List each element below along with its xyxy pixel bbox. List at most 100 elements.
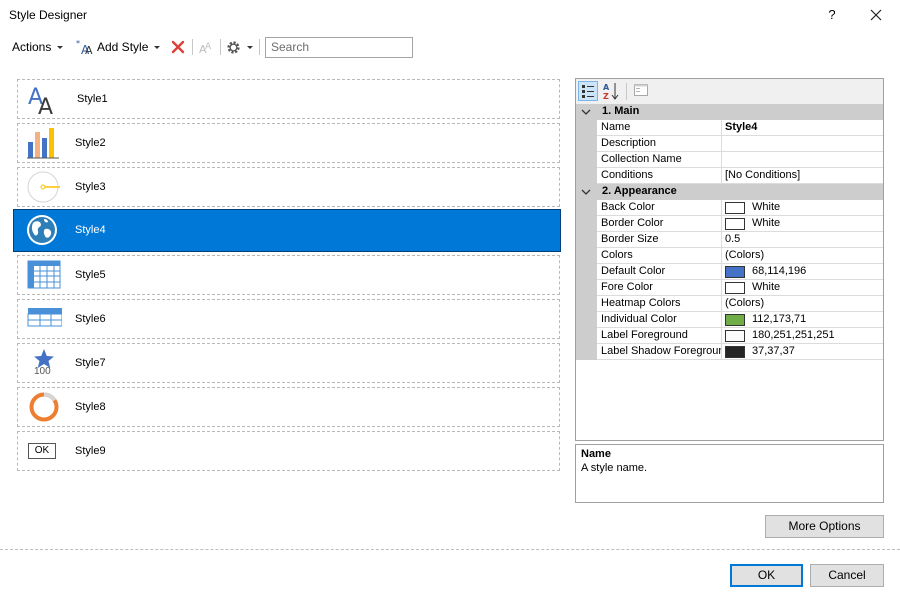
copy-style-button[interactable]: A A [198, 35, 215, 59]
ok-button[interactable]: OK [730, 564, 803, 587]
style-item-label: Style6 [75, 313, 106, 325]
add-style-icon: * A A [76, 39, 93, 56]
categorized-button[interactable] [578, 81, 598, 101]
property-row-conditions[interactable]: Conditions [No Conditions] [576, 168, 883, 184]
property-value-description[interactable] [722, 136, 883, 152]
bar-chart-icon [27, 128, 59, 159]
property-value-colors[interactable]: (Colors) [722, 248, 883, 264]
property-value-label-shadow-foreground[interactable]: 37,37,37 [722, 344, 883, 360]
style-item-label: Style4 [75, 224, 106, 236]
settings-menu[interactable] [226, 35, 253, 59]
color-swatch [725, 313, 745, 326]
svg-text:A: A [603, 83, 610, 92]
copy-style-icon: A A [199, 42, 212, 55]
delete-icon [171, 40, 185, 54]
style-item-style1[interactable]: A A Style1 [17, 79, 560, 119]
property-row-description[interactable]: Description [576, 136, 883, 152]
property-row-individual-color[interactable]: Individual Color 112,173,71 [576, 312, 883, 328]
categorized-icon [582, 85, 594, 98]
property-name: Label Shadow Foregroun [597, 344, 722, 360]
property-row-border-color[interactable]: Border Color White [576, 216, 883, 232]
star-indicator-value: 100 [34, 366, 51, 377]
property-row-heatmap-colors[interactable]: Heatmap Colors (Colors) [576, 296, 883, 312]
style-item-style7[interactable]: 100 Style7 [17, 343, 560, 383]
style-list: A A Style1 Style2 Style3 Style4 Style5 S… [13, 78, 561, 478]
property-value-heatmap-colors[interactable]: (Colors) [722, 296, 883, 312]
actions-menu[interactable]: Actions [12, 35, 64, 59]
property-row-back-color[interactable]: Back Color White [576, 200, 883, 216]
property-grid-body: 1. Main Name Style4 Description Collecti… [576, 104, 883, 360]
property-value-conditions[interactable]: [No Conditions] [722, 168, 883, 184]
alphabetical-button[interactable]: A Z [601, 81, 621, 101]
table-header-icon [27, 308, 62, 327]
style-item-style9[interactable]: OK Style9 [17, 431, 560, 471]
grid-toolbar-separator [626, 83, 627, 100]
chevron-down-icon [247, 45, 253, 49]
color-swatch [725, 345, 745, 358]
svg-text:A: A [85, 44, 93, 56]
toolbar-separator [192, 39, 193, 55]
property-value-name[interactable]: Style4 [722, 120, 883, 136]
style-item-style6[interactable]: Style6 [17, 299, 560, 339]
ring-progress-icon [29, 392, 59, 422]
style-item-style2[interactable]: Style2 [17, 123, 560, 163]
close-icon [870, 9, 882, 21]
style-item-label: Style9 [75, 445, 106, 457]
more-options-button[interactable]: More Options [765, 515, 884, 538]
property-name: Description [597, 136, 722, 152]
property-value-border-size[interactable]: 0.5 [722, 232, 883, 248]
toolbar-separator [259, 39, 260, 55]
style-item-style3[interactable]: Style3 [17, 167, 560, 207]
help-button[interactable]: ? [822, 3, 842, 27]
description-text: A style name. [581, 462, 648, 474]
property-name: Label Foreground [597, 328, 722, 344]
property-row-label-foreground[interactable]: Label Foreground 180,251,251,251 [576, 328, 883, 344]
svg-text:*: * [76, 39, 80, 48]
property-value-collection-name[interactable] [722, 152, 883, 168]
description-title: Name [581, 448, 611, 460]
style-item-style4[interactable]: Style4 [13, 209, 561, 252]
property-name: Colors [597, 248, 722, 264]
svg-text:Z: Z [603, 92, 609, 101]
property-value-back-color[interactable]: White [722, 200, 883, 216]
font-aa-icon: A A [28, 85, 53, 116]
color-swatch [725, 281, 745, 294]
property-value-label-foreground[interactable]: 180,251,251,251 [722, 328, 883, 344]
actions-label: Actions [12, 40, 52, 54]
property-row-border-size[interactable]: Border Size 0.5 [576, 232, 883, 248]
property-value-default-color[interactable]: 68,114,196 [722, 264, 883, 280]
property-row-collection-name[interactable]: Collection Name [576, 152, 883, 168]
style-item-style5[interactable]: Style5 [17, 255, 560, 295]
style-item-label: Style5 [75, 269, 106, 281]
style-item-label: Style2 [75, 137, 106, 149]
property-name: Default Color [597, 264, 722, 280]
add-style-menu[interactable]: * A A Add Style [76, 35, 161, 59]
property-row-colors[interactable]: Colors (Colors) [576, 248, 883, 264]
category-main[interactable]: 1. Main [576, 104, 883, 120]
property-row-name[interactable]: Name Style4 [576, 120, 883, 136]
property-name: Border Size [597, 232, 722, 248]
property-pages-button[interactable] [632, 81, 652, 101]
property-grid-toolbar: A Z [576, 79, 883, 104]
property-row-fore-color[interactable]: Fore Color White [576, 280, 883, 296]
property-row-label-shadow-foreground[interactable]: Label Shadow Foregroun 37,37,37 [576, 344, 883, 360]
property-value-border-color[interactable]: White [722, 216, 883, 232]
style-item-label: Style8 [75, 401, 106, 413]
delete-button[interactable] [170, 35, 186, 59]
add-style-label: Add Style [97, 40, 149, 54]
color-swatch [725, 265, 745, 278]
ok-button-icon: OK [28, 443, 56, 459]
close-button[interactable] [862, 3, 890, 27]
property-row-default-color[interactable]: Default Color 68,114,196 [576, 264, 883, 280]
style-item-style8[interactable]: Style8 [17, 387, 560, 427]
property-grid: A Z 1. Main Name Style4 Description Coll… [575, 78, 884, 441]
property-value-fore-color[interactable]: White [722, 280, 883, 296]
gear-icon [227, 40, 240, 54]
property-name: Fore Color [597, 280, 722, 296]
search-input[interactable]: Search [265, 37, 413, 58]
cancel-button[interactable]: Cancel [810, 564, 884, 587]
property-value-individual-color[interactable]: 112,173,71 [722, 312, 883, 328]
property-name: Individual Color [597, 312, 722, 328]
property-name: Name [597, 120, 722, 136]
category-appearance[interactable]: 2. Appearance [576, 184, 883, 200]
